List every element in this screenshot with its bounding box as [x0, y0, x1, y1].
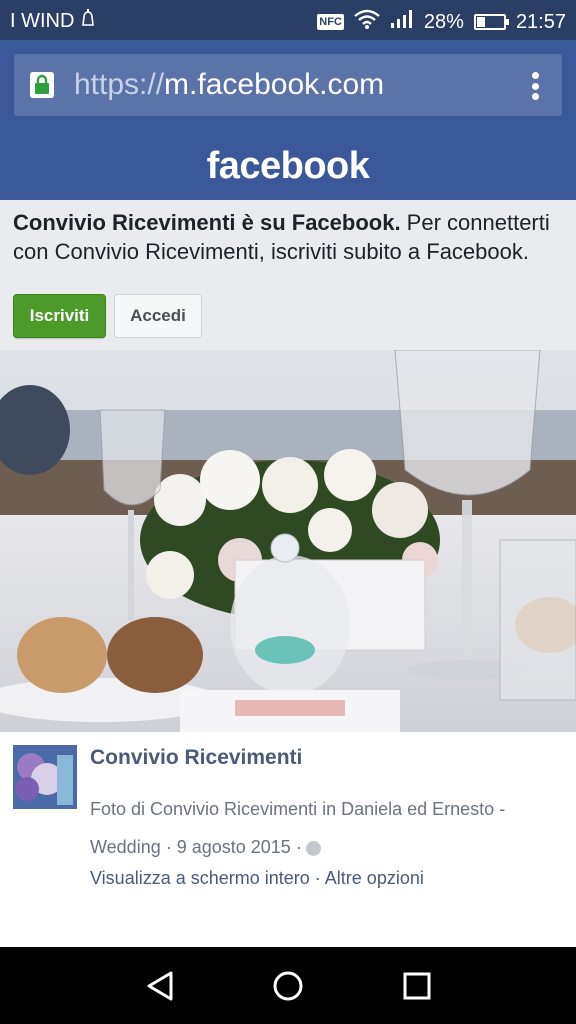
recents-icon[interactable]: [400, 969, 434, 1003]
back-icon[interactable]: [143, 969, 177, 1003]
url-scheme: https://: [74, 68, 165, 101]
signal-icon: [390, 9, 414, 35]
clock: 21:57: [515, 10, 566, 33]
system-navigation-bar: [0, 947, 576, 1024]
fullscreen-link[interactable]: Visualizza a schermo intero: [90, 868, 310, 888]
wifi-icon: [354, 9, 380, 35]
prompt-bold-text: Convivio Ricevimenti è su Facebook.: [13, 210, 401, 235]
signup-button[interactable]: Iscriviti: [13, 294, 106, 338]
carrier-name: I WIND: [10, 9, 75, 32]
browser-toolbar: https://m.facebook.com: [0, 40, 576, 132]
battery-icon: [473, 14, 509, 30]
kebab-menu-icon[interactable]: [532, 72, 540, 100]
facebook-logo[interactable]: facebook: [207, 145, 370, 187]
post-actions: Visualizza a schermo intero · Altre opzi…: [90, 868, 424, 889]
page-name-link[interactable]: Convivio Ricevimenti: [90, 746, 302, 770]
url-text[interactable]: https://m.facebook.com: [74, 68, 384, 102]
post-photo[interactable]: [0, 350, 576, 732]
battery-percent: 28%: [423, 10, 464, 33]
login-button[interactable]: Accedi: [114, 294, 202, 338]
caption-text: Foto di Convivio Ricevimenti in Daniela …: [90, 799, 506, 857]
url-host: m.facebook.com: [164, 68, 385, 101]
post-caption: Foto di Convivio Ricevimenti in Daniela …: [90, 790, 560, 866]
link-separator: ·: [309, 868, 325, 888]
globe-icon: [305, 840, 321, 856]
more-options-link[interactable]: Altre opzioni: [325, 868, 424, 888]
home-icon[interactable]: [271, 969, 305, 1003]
facebook-header: facebook: [0, 132, 576, 200]
signup-prompt-text: Convivio Ricevimenti è su Facebook. Per …: [13, 208, 569, 266]
page-avatar[interactable]: [13, 745, 77, 809]
signup-prompt: Convivio Ricevimenti è su Facebook. Per …: [0, 200, 576, 350]
lock-icon[interactable]: [30, 72, 54, 98]
post-details: Convivio Ricevimenti Foto di Convivio Ri…: [0, 732, 576, 947]
nfc-icon: NFC: [317, 14, 344, 30]
notification-icon: [80, 9, 96, 33]
status-bar: I WIND NFC 28% 21:57: [0, 0, 576, 40]
address-bar[interactable]: https://m.facebook.com: [14, 54, 562, 116]
